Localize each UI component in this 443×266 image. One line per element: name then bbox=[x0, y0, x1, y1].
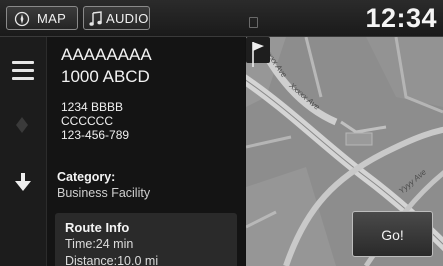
compass-icon bbox=[14, 11, 30, 27]
scroll-down-icon[interactable] bbox=[15, 173, 31, 191]
menu-icon[interactable] bbox=[12, 61, 34, 85]
go-button[interactable]: Go! bbox=[352, 211, 433, 257]
music-note-icon bbox=[89, 11, 102, 26]
route-info-box[interactable]: Route Info Time:24 min Distance:10.0 mi bbox=[55, 213, 237, 266]
place-name: AAAAAAAA bbox=[61, 45, 152, 64]
audio-tab[interactable]: AUDIO bbox=[83, 6, 150, 30]
map-tab-label: MAP bbox=[37, 11, 67, 26]
status-indicator-icon bbox=[249, 17, 258, 28]
audio-tab-label: AUDIO bbox=[106, 11, 149, 26]
category-value: Business Facility bbox=[57, 186, 151, 200]
destination-panel: AAAAAAAA 1000 ABCD 1234 BBBB CCCCCC 123-… bbox=[47, 37, 245, 266]
clock: 12:34 bbox=[365, 3, 437, 33]
address-block: 1234 BBBB CCCCCC 123-456-789 bbox=[61, 100, 129, 142]
left-rail bbox=[0, 37, 47, 266]
scroll-up-icon bbox=[16, 117, 28, 133]
route-distance: Distance:10.0 mi bbox=[65, 254, 159, 266]
destination-name: AAAAAAAA 1000 ABCD bbox=[61, 44, 152, 88]
category-label: Category: bbox=[57, 170, 116, 184]
route-info-title: Route Info bbox=[65, 220, 130, 235]
address-line: 1234 BBBB bbox=[61, 100, 124, 114]
phone-number: 123-456-789 bbox=[61, 128, 130, 142]
top-bar: MAP AUDIO 12:34 bbox=[0, 0, 443, 37]
map-tab[interactable]: MAP bbox=[6, 6, 78, 30]
route-time: Time:24 min bbox=[65, 237, 134, 251]
navigation-screen: MAP AUDIO 12:34 AAAAAAAA 1000 ABCD 1234 … bbox=[0, 0, 443, 266]
address-line: CCCCCC bbox=[61, 114, 113, 128]
place-subtitle: 1000 ABCD bbox=[61, 67, 150, 86]
destination-flag-icon bbox=[246, 37, 270, 67]
map-view[interactable]: Xxxxx Ave Xxxxx Ave Yyyy Ave Go! bbox=[246, 37, 443, 266]
